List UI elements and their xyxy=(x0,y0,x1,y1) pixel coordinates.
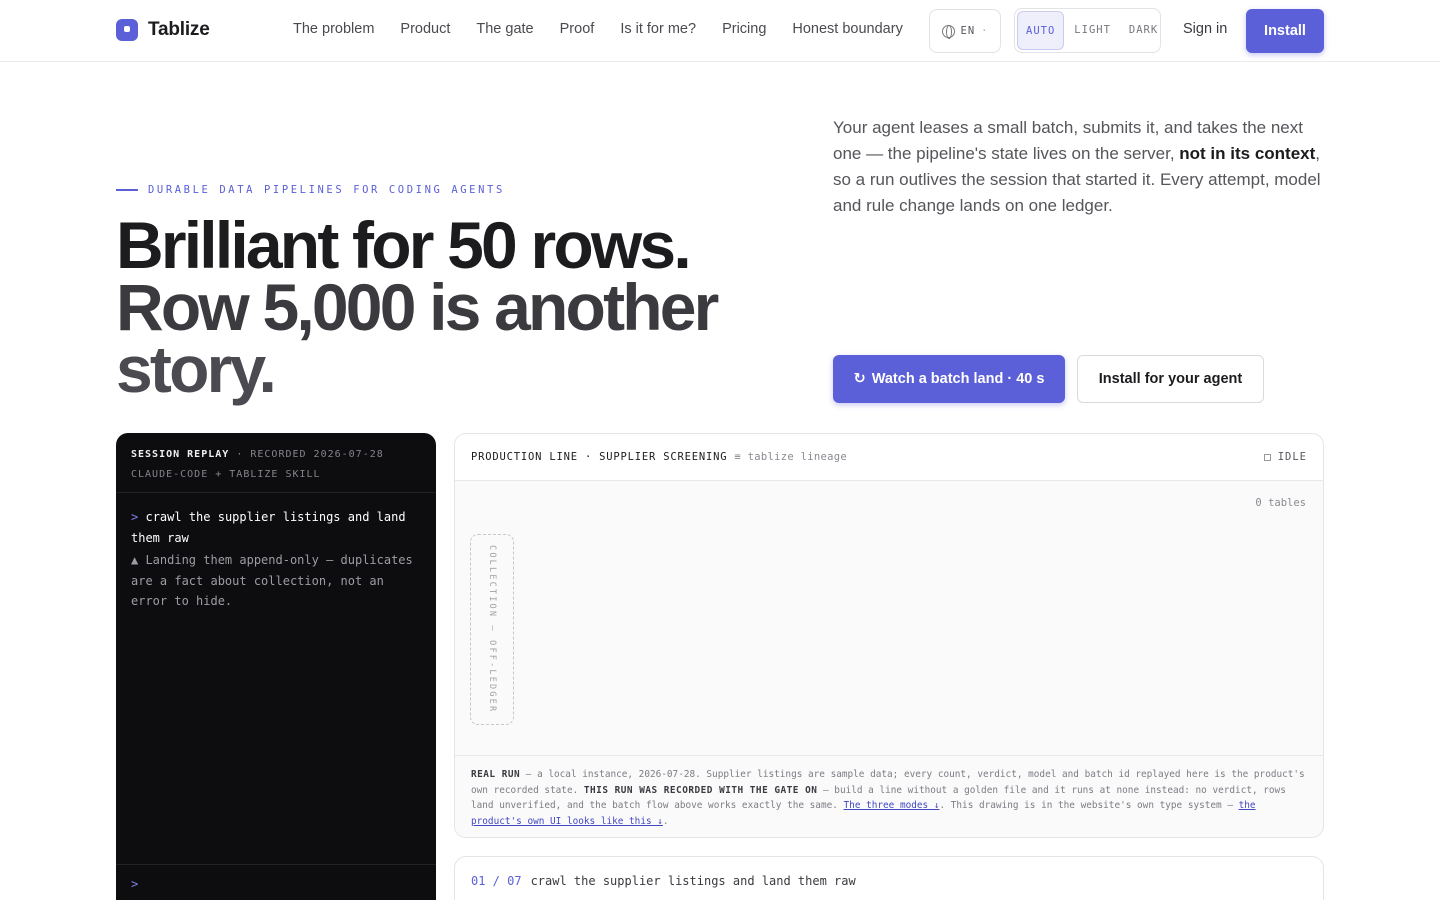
install-button[interactable]: Install xyxy=(1246,9,1324,53)
collection-label: COLLECTION — OFF-LEDGER xyxy=(487,545,497,714)
panel-subtitle: ≡ tablize lineage xyxy=(734,451,847,463)
hero-headline: Brilliant for 50 rows. Row 5,000 is anot… xyxy=(116,208,719,406)
session-replay-terminal: SESSION REPLAY · RECORDED 2026-07-28 CLA… xyxy=(116,433,436,900)
brand-name: Tablize xyxy=(148,19,210,40)
step-text: crawl the supplier listings and land the… xyxy=(530,874,856,888)
prompt-glyph: > xyxy=(131,510,139,524)
terminal-input[interactable]: > xyxy=(116,864,436,900)
terminal-title: SESSION REPLAY xyxy=(131,449,230,460)
brand-logo[interactable]: Tablize xyxy=(116,19,210,41)
watch-batch-button[interactable]: ↻ Watch a batch land · 40 s xyxy=(833,355,1065,403)
nav-link-is-it-for-me[interactable]: Is it for me? xyxy=(620,21,696,37)
theme-dark[interactable]: DARK xyxy=(1121,11,1166,50)
eyebrow-text: DURABLE DATA PIPELINES FOR CODING AGENTS xyxy=(148,184,505,196)
nav-link-the-problem[interactable]: The problem xyxy=(293,21,374,37)
nav-link-the-gate[interactable]: The gate xyxy=(476,21,533,37)
production-line-panel: PRODUCTION LINE · SUPPLIER SCREENING ≡ t… xyxy=(454,433,1324,838)
theme-toggle: AUTO LIGHT DARK xyxy=(1014,8,1161,53)
language-value: EN xyxy=(960,25,976,37)
nav-link-product[interactable]: Product xyxy=(400,21,450,37)
command-text: crawl the supplier listings and land the… xyxy=(131,510,406,545)
install-for-agent-button[interactable]: Install for your agent xyxy=(1077,355,1264,403)
three-modes-link[interactable]: The three modes ↓ xyxy=(844,800,940,811)
hero-intro: Your agent leases a small batch, submits… xyxy=(833,115,1333,219)
collection-node: COLLECTION — OFF-LEDGER xyxy=(470,534,514,725)
nav-links: The problem Product The gate Proof Is it… xyxy=(293,21,903,37)
theme-light[interactable]: LIGHT xyxy=(1066,11,1119,50)
theme-auto[interactable]: AUTO xyxy=(1017,11,1065,50)
run-status-label: IDLE xyxy=(1277,451,1307,463)
tables-count: 0 tables xyxy=(1255,497,1306,509)
terminal-recorded: · RECORDED 2026-07-28 xyxy=(236,449,384,460)
hero-eyebrow: DURABLE DATA PIPELINES FOR CODING AGENTS xyxy=(116,184,505,196)
nav-link-proof[interactable]: Proof xyxy=(560,21,595,37)
terminal-header: SESSION REPLAY · RECORDED 2026-07-28 CLA… xyxy=(116,433,436,493)
panel-footnote: REAL RUN — a local instance, 2026-07-28.… xyxy=(455,755,1323,837)
panel-header: PRODUCTION LINE · SUPPLIER SCREENING ≡ t… xyxy=(455,434,1323,481)
eyebrow-rule xyxy=(116,189,138,191)
logo-icon xyxy=(116,19,138,41)
footnote-real-run: REAL RUN xyxy=(471,769,521,780)
footnote-text-4: . xyxy=(662,815,669,827)
globe-icon xyxy=(941,24,955,39)
headline-line-1: Brilliant for 50 rows. xyxy=(116,208,692,282)
intro-emphasis: not in its context xyxy=(1179,144,1316,163)
status-square-icon xyxy=(1263,453,1271,461)
terminal-command: > crawl the supplier listings and land t… xyxy=(131,507,421,548)
terminal-agent: CLAUDE-CODE + TABLIZE SKILL xyxy=(131,469,321,480)
step-number: 01 / 07 xyxy=(471,874,522,888)
step-card[interactable]: 01 / 07 crawl the supplier listings and l… xyxy=(454,856,1324,900)
refresh-icon: ↻ xyxy=(853,371,866,387)
sign-in-link[interactable]: Sign in xyxy=(1183,21,1227,37)
footnote-text-3: . This drawing is in the website's own t… xyxy=(939,800,1239,812)
nav-link-honest-boundary[interactable]: Honest boundary xyxy=(792,21,902,37)
run-status: IDLE xyxy=(1263,451,1307,463)
footnote-gate-on: THIS RUN WAS RECORDED WITH THE GATE ON xyxy=(583,784,818,796)
panel-title: PRODUCTION LINE · SUPPLIER SCREENING xyxy=(471,451,728,463)
chevron-down-icon: · xyxy=(981,25,989,37)
watch-batch-label: Watch a batch land · 40 s xyxy=(871,371,1045,387)
top-nav: Tablize The problem Product The gate Pro… xyxy=(0,0,1440,62)
terminal-response: ▲ Landing them append-only — duplicates … xyxy=(131,553,413,608)
headline-line-2: Row 5,000 is another xyxy=(116,270,719,344)
terminal-body: > crawl the supplier listings and land t… xyxy=(116,493,436,626)
headline-line-3: story. xyxy=(116,332,277,406)
nav-link-pricing[interactable]: Pricing xyxy=(722,21,766,37)
language-selector[interactable]: EN · xyxy=(929,9,1001,53)
